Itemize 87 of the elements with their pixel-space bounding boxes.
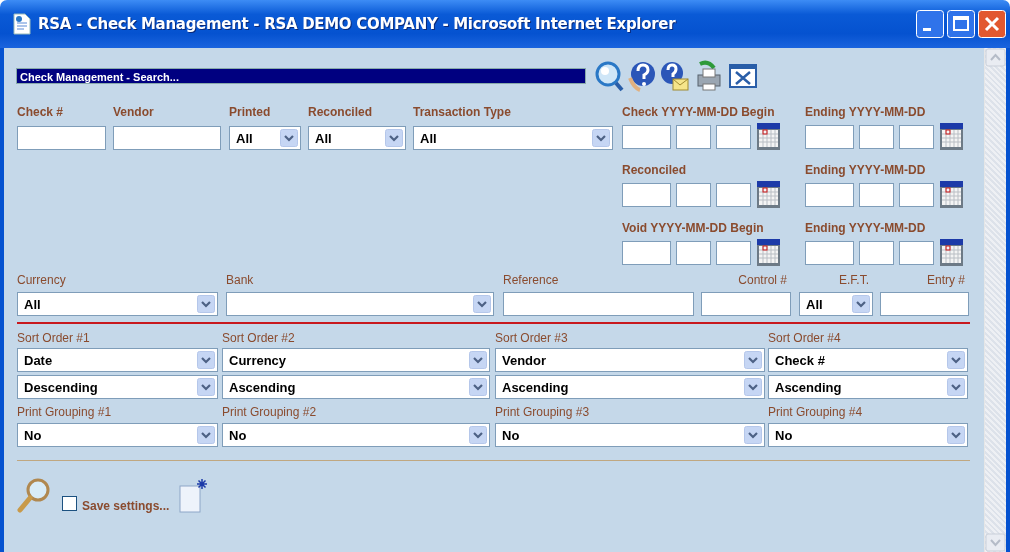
text-field[interactable] <box>17 126 106 150</box>
panel-title: Check Management - Search... <box>16 68 586 84</box>
text-field[interactable] <box>716 183 751 207</box>
field-label: E.F.T. <box>839 272 869 288</box>
text-field[interactable] <box>676 241 711 265</box>
field-label: Currency <box>17 272 66 288</box>
search-icon[interactable] <box>17 478 51 514</box>
text-field[interactable] <box>503 292 694 316</box>
close-window-icon[interactable] <box>728 62 758 90</box>
text-field[interactable] <box>859 241 894 265</box>
dropdown-field[interactable]: All <box>799 292 873 316</box>
field-label: Sort Order #4 <box>768 331 841 345</box>
field-label: Print Grouping #3 <box>495 405 590 419</box>
dropdown-field[interactable]: All <box>17 292 218 316</box>
field-label: Ending YYYY-MM-DD <box>805 220 926 236</box>
text-field[interactable] <box>622 183 671 207</box>
field-label: Check # <box>17 104 64 120</box>
dropdown-field[interactable]: Ascending <box>222 375 490 399</box>
dropdown-field[interactable]: No <box>222 423 490 447</box>
text-field[interactable] <box>622 125 671 149</box>
text-field[interactable] <box>859 183 894 207</box>
field-label: Bank <box>226 272 254 288</box>
page-icon <box>12 13 32 35</box>
minimize-button[interactable] <box>916 10 944 38</box>
dropdown-field[interactable]: All <box>413 126 613 150</box>
field-label: Print Grouping #1 <box>17 405 112 419</box>
text-field[interactable] <box>805 241 854 265</box>
text-field[interactable] <box>859 125 894 149</box>
field-label: Reconciled <box>622 162 687 178</box>
dropdown-field[interactable]: All <box>229 126 301 150</box>
field-label: Print Grouping #2 <box>222 405 317 419</box>
calendar-icon[interactable] <box>939 238 964 268</box>
dropdown-field[interactable]: No <box>768 423 968 447</box>
help-envelope-icon[interactable] <box>660 60 690 92</box>
text-field[interactable] <box>113 126 221 150</box>
dropdown-field[interactable]: All <box>308 126 406 150</box>
dropdown-field[interactable] <box>226 292 494 316</box>
field-label: Sort Order #3 <box>495 331 568 345</box>
field-label: Check YYYY-MM-DD Begin <box>622 104 775 120</box>
dropdown-field[interactable]: Ascending <box>768 375 968 399</box>
help-icon[interactable] <box>628 60 656 92</box>
text-field[interactable] <box>805 125 854 149</box>
field-label: Vendor <box>113 104 154 120</box>
text-field[interactable] <box>716 125 751 149</box>
field-label: Reconciled <box>308 104 373 120</box>
printer-icon[interactable] <box>694 60 724 92</box>
dropdown-field[interactable]: Ascending <box>495 375 765 399</box>
text-field[interactable] <box>899 125 934 149</box>
checkbox[interactable] <box>62 496 77 511</box>
field-label: Sort Order #1 <box>17 331 90 345</box>
text-field[interactable] <box>701 292 791 316</box>
maximize-button[interactable] <box>947 10 975 38</box>
calendar-icon[interactable] <box>756 238 781 268</box>
calendar-icon[interactable] <box>939 180 964 210</box>
window-title: RSA - Check Management - RSA DEMO COMPANY - Microsoft Internet Explorer <box>38 15 676 33</box>
field-label: Control # <box>738 272 787 288</box>
text-field[interactable] <box>880 292 969 316</box>
close-button[interactable] <box>978 10 1006 38</box>
field-label: Transaction Type <box>413 104 511 120</box>
dropdown-field[interactable]: No <box>495 423 765 447</box>
text-field[interactable] <box>805 183 854 207</box>
field-label: Sort Order #2 <box>222 331 295 345</box>
text-field[interactable] <box>676 183 711 207</box>
dropdown-field[interactable]: Check # <box>768 348 968 372</box>
calendar-icon[interactable] <box>756 180 781 210</box>
field-label: Ending YYYY-MM-DD <box>805 162 926 178</box>
field-label: Print Grouping #4 <box>768 405 863 419</box>
text-field[interactable] <box>622 241 671 265</box>
field-label: Reference <box>503 272 559 288</box>
dropdown-field[interactable]: Descending <box>17 375 218 399</box>
text-field[interactable] <box>676 125 711 149</box>
field-label: Entry # <box>927 272 965 288</box>
dropdown-field[interactable]: Currency <box>222 348 490 372</box>
checkbox-label[interactable]: Save settings... <box>82 498 170 514</box>
dropdown-field[interactable]: Date <box>17 348 218 372</box>
text-field[interactable] <box>899 183 934 207</box>
field-label: Ending YYYY-MM-DD <box>805 104 926 120</box>
search-icon[interactable] <box>594 60 624 92</box>
field-label: Printed <box>229 104 271 120</box>
text-field[interactable] <box>899 241 934 265</box>
new-document-icon[interactable] <box>178 478 209 514</box>
field-label: Void YYYY-MM-DD Begin <box>622 220 764 236</box>
dropdown-field[interactable]: No <box>17 423 218 447</box>
calendar-icon[interactable] <box>756 122 781 152</box>
calendar-icon[interactable] <box>939 122 964 152</box>
dropdown-field[interactable]: Vendor <box>495 348 765 372</box>
text-field[interactable] <box>716 241 751 265</box>
